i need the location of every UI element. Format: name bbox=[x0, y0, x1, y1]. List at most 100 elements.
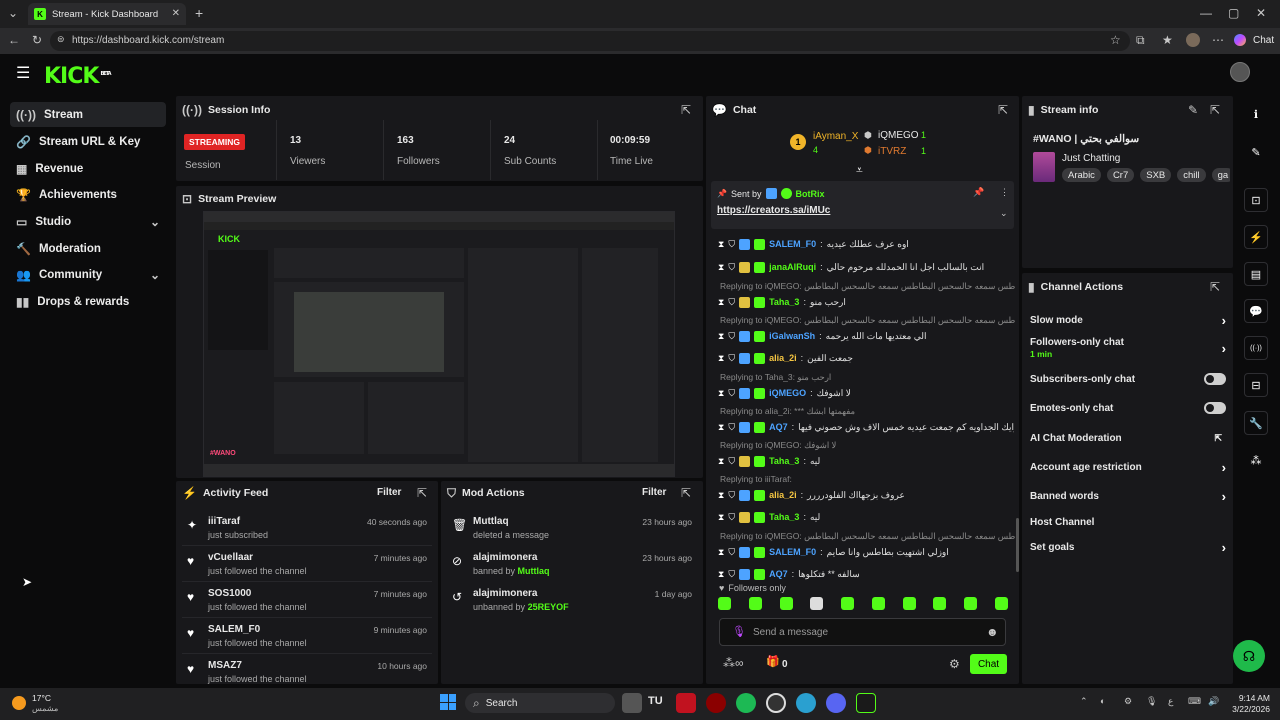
chat-message[interactable]: ⧗ ⛉ iQMEGO: لا اشوفك bbox=[718, 385, 1014, 401]
task-view-icon[interactable] bbox=[622, 693, 642, 713]
reply-context[interactable]: Replying to iQMEGO: البطاطس سمعه حالسحس … bbox=[720, 281, 1016, 293]
toggle-switch[interactable] bbox=[1204, 402, 1226, 414]
stream-tag[interactable]: chill bbox=[1177, 168, 1206, 182]
app-icon[interactable] bbox=[766, 693, 786, 713]
info-button[interactable]: ℹ bbox=[1244, 102, 1268, 126]
chat-message[interactable]: ⧗ ⛉ alia_2i: جمعت الفين bbox=[718, 350, 1014, 366]
timeout-icon[interactable]: ⧗ bbox=[718, 490, 724, 500]
channel-action-set-goals[interactable]: Set goals › bbox=[1030, 536, 1226, 558]
ban-user-icon[interactable]: ⛉ bbox=[728, 547, 735, 557]
sidebar-item-stream[interactable]: ((·)) Stream bbox=[10, 102, 166, 127]
clock-date[interactable]: 3/22/2026 bbox=[1222, 704, 1270, 714]
obs-icon[interactable] bbox=[856, 693, 876, 713]
emote-icon[interactable] bbox=[871, 597, 885, 610]
sidebar-item-drops-rewards[interactable]: ▮▮ Drops & rewards bbox=[10, 289, 166, 314]
start-icon[interactable] bbox=[440, 694, 456, 710]
chat-message[interactable]: ⧗ ⛉ SALEM_F0: اوزلي اشتهيت بطاطس وانا صايم bbox=[718, 544, 1014, 560]
sidebar-item-community[interactable]: 👥 Community ⌄ bbox=[10, 262, 166, 287]
popout-icon[interactable]: ⇱ bbox=[417, 487, 427, 499]
reply-context[interactable]: Replying to Taha_3: ارحب منو bbox=[720, 372, 1016, 384]
gift-icon[interactable]: 🎁 bbox=[766, 657, 780, 668]
chat-username[interactable]: iGalwanSh bbox=[769, 331, 815, 341]
timeout-icon[interactable]: ⧗ bbox=[718, 388, 724, 398]
weather-temp[interactable]: 17°C bbox=[32, 693, 51, 703]
activity-user[interactable]: vCuellaar bbox=[208, 552, 253, 563]
chat-message[interactable]: ⧗ ⛉ iGalwanSh: الي معتديها مات الله يرحمه bbox=[718, 328, 1014, 344]
capture-button[interactable]: ⊡ bbox=[1244, 188, 1268, 212]
chevron-right-icon[interactable]: › bbox=[1222, 314, 1226, 327]
emote-icon[interactable] bbox=[841, 597, 855, 610]
ban-user-icon[interactable]: ⛉ bbox=[728, 262, 735, 272]
top-gifter-2-name[interactable]: iQMEGO bbox=[878, 130, 919, 141]
chat-message[interactable]: ⧗ ⛉ Taha_3: ليه bbox=[718, 453, 1014, 469]
channel-action-slow-mode[interactable]: Slow mode › bbox=[1030, 309, 1226, 331]
stream-tag[interactable]: Cr7 bbox=[1106, 168, 1135, 182]
weather-sun-icon[interactable] bbox=[12, 696, 26, 710]
channel-action-ai-chat-moderation[interactable]: AI Chat Moderation ⇱ bbox=[1030, 427, 1226, 449]
discord-icon[interactable] bbox=[826, 693, 846, 713]
minimize-icon[interactable]: — bbox=[1200, 7, 1212, 19]
reply-context[interactable]: Replying to iQMEGO: البطاطس سمعه حالسحس … bbox=[720, 315, 1016, 327]
close-window-icon[interactable]: ✕ bbox=[1256, 7, 1266, 19]
ban-user-icon[interactable]: ⛉ bbox=[728, 353, 735, 363]
toggle-switch[interactable] bbox=[1204, 373, 1226, 385]
channel-action-emotes-only-chat[interactable]: Emotes-only chat bbox=[1030, 397, 1226, 419]
timeout-icon[interactable]: ⧗ bbox=[718, 422, 724, 432]
tab-list-icon[interactable]: ⌄ bbox=[8, 7, 18, 19]
mod-target-user[interactable]: Muttlaq bbox=[473, 516, 509, 527]
popout-icon[interactable]: ⇱ bbox=[1210, 104, 1220, 116]
emoji-icon[interactable]: ☻ bbox=[986, 626, 999, 638]
reply-context[interactable]: Replying to iQMEGO: لا اشوفك bbox=[720, 440, 1016, 452]
lightning-button[interactable]: ⚡ bbox=[1244, 225, 1268, 249]
broadcast-button[interactable]: ((·)) bbox=[1244, 336, 1268, 360]
timeout-icon[interactable]: ⧗ bbox=[718, 297, 724, 307]
reply-context[interactable]: Replying to iQMEGO: البطاطس سمعه حالسحس … bbox=[720, 531, 1016, 543]
back-icon[interactable]: ← bbox=[8, 34, 20, 46]
channel-action-followers-only-chat[interactable]: Followers-only chat 1 min › bbox=[1030, 337, 1226, 359]
chat-message[interactable]: ⧗ ⛉ AQ7: توايك الجداويه كم جمعت عيديه خمس ا… bbox=[718, 419, 1014, 435]
chat-input[interactable]: 🎙 Send a message ☻ bbox=[719, 618, 1006, 646]
external-link-icon[interactable]: ⇱ bbox=[1214, 433, 1222, 443]
profile-avatar[interactable] bbox=[1186, 33, 1200, 47]
activity-user[interactable]: SOS1000 bbox=[208, 588, 251, 599]
chat-username[interactable]: janaAlRuqi bbox=[769, 262, 816, 272]
kick-logo[interactable]: KICK BETA bbox=[44, 64, 112, 89]
app-icon[interactable] bbox=[676, 693, 696, 713]
maximize-icon[interactable]: ▢ bbox=[1228, 7, 1239, 19]
new-tab-icon[interactable]: + bbox=[195, 6, 203, 20]
top-gifter-1-name[interactable]: iAyman_X bbox=[813, 131, 858, 142]
mod-filter-button[interactable]: Filter bbox=[642, 487, 666, 498]
tray-icon[interactable]: ⚙ bbox=[1124, 697, 1132, 706]
category-name[interactable]: Just Chatting bbox=[1062, 153, 1120, 164]
send-chat-button[interactable]: Chat bbox=[970, 654, 1007, 674]
timeout-icon[interactable]: ⧗ bbox=[718, 353, 724, 363]
sidebar-item-achievements[interactable]: 🏆 Achievements bbox=[10, 182, 166, 207]
scene-button[interactable]: ⊟ bbox=[1244, 373, 1268, 397]
emote-icon[interactable] bbox=[964, 597, 978, 610]
chat-username[interactable]: Taha_3 bbox=[769, 512, 799, 522]
close-tab-icon[interactable]: ✕ bbox=[172, 9, 180, 19]
activity-user[interactable]: MSAZ7 bbox=[208, 660, 242, 671]
timeout-icon[interactable]: ⧗ bbox=[718, 262, 724, 272]
ban-user-icon[interactable]: ⛉ bbox=[728, 388, 735, 398]
channel-action-account-age-restriction[interactable]: Account age restriction › bbox=[1030, 456, 1226, 478]
popout-icon[interactable]: ⇱ bbox=[998, 104, 1008, 116]
chat-username[interactable]: SALEM_F0 bbox=[769, 239, 816, 249]
chat-username[interactable]: AQ7 bbox=[769, 422, 788, 432]
sidebar-item-revenue[interactable]: ▦ Revenue bbox=[10, 156, 166, 181]
pinned-link[interactable]: https://creators.sa/iMUc bbox=[717, 205, 830, 216]
sidebar-item-stream-url-key[interactable]: 🔗 Stream URL & Key bbox=[10, 129, 166, 154]
ban-user-icon[interactable]: ⛉ bbox=[728, 331, 735, 341]
ban-user-icon[interactable]: ⛉ bbox=[728, 512, 735, 522]
more-menu-icon[interactable]: ⋯ bbox=[1212, 34, 1224, 46]
mod-target-user[interactable]: alajmimonera bbox=[473, 552, 537, 563]
chevron-right-icon[interactable]: › bbox=[1222, 490, 1226, 503]
extensions-icon[interactable]: ⧉ bbox=[1136, 34, 1145, 46]
ban-user-icon[interactable]: ⛉ bbox=[728, 422, 735, 432]
timeout-icon[interactable]: ⧗ bbox=[718, 239, 724, 249]
edit-icon[interactable]: ✎ bbox=[1188, 104, 1198, 116]
infinity-icon[interactable]: ⁂∞ bbox=[723, 657, 744, 669]
popout-icon[interactable]: ⇱ bbox=[1210, 281, 1220, 293]
favorites-icon[interactable]: ★ bbox=[1162, 34, 1173, 46]
clock-time[interactable]: 9:14 AM bbox=[1226, 693, 1270, 703]
